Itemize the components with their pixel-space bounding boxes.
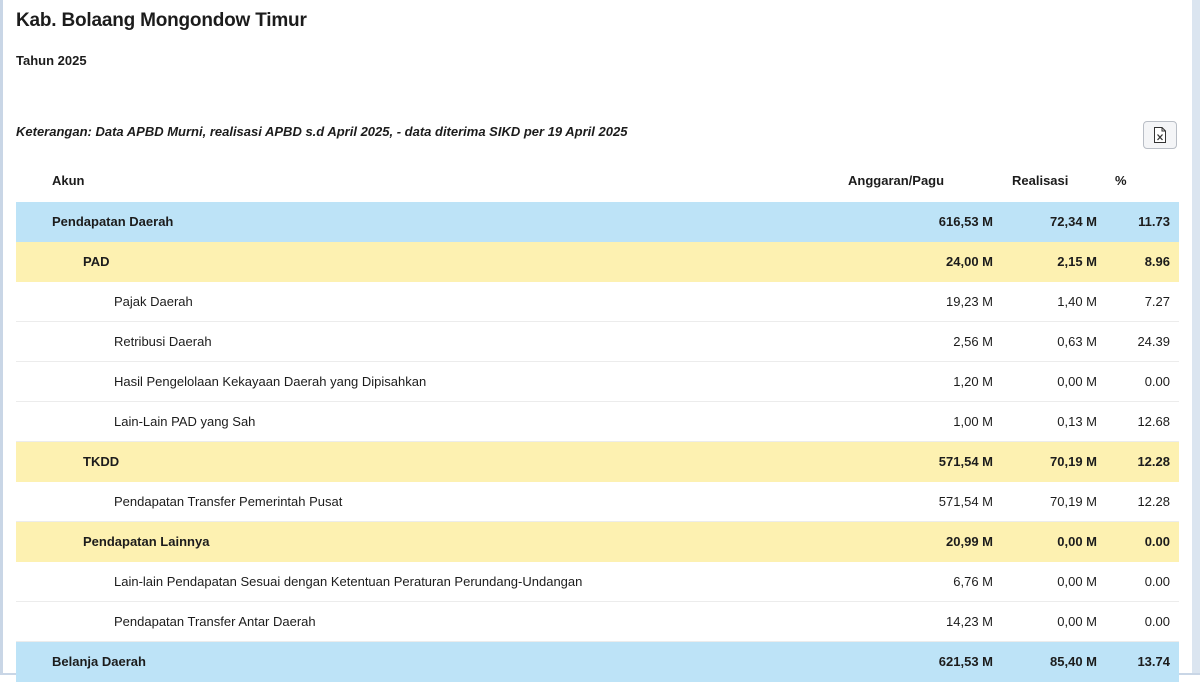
row-realisasi: 0,00 M	[1057, 614, 1097, 629]
row-persen: 24.39	[1137, 334, 1170, 349]
row-account-name: Lain-lain Pendapatan Sesuai dengan Keten…	[114, 574, 583, 589]
row-anggaran: 1,00 M	[953, 414, 993, 429]
row-realisasi: 70,19 M	[1050, 454, 1097, 469]
row-persen: 13.74	[1137, 654, 1170, 669]
row-anggaran: 6,76 M	[953, 574, 993, 589]
table-row[interactable]: Pendapatan Transfer Antar Daerah 14,23 M 0…	[16, 602, 1179, 642]
row-account-name: Hasil Pengelolaan Kekayaan Daerah yang D…	[114, 374, 427, 389]
row-anggaran: 571,54 M	[938, 454, 993, 469]
row-anggaran: 2,56 M	[953, 334, 993, 349]
row-persen: 8.96	[1144, 254, 1170, 269]
table-row[interactable]: Lain-Lain PAD yang Sah 1,00 M 0,13 M 12.68	[16, 402, 1179, 442]
header-akun[interactable]: Akun	[52, 173, 85, 188]
row-persen: 0.00	[1144, 534, 1170, 549]
page-title: Kab. Bolaang Mongondow Timur	[16, 10, 307, 31]
table-row[interactable]: Pendapatan Transfer Pemerintah Pusat 571,…	[16, 482, 1179, 522]
table-row[interactable]: Hasil Pengelolaan Kekayaan Daerah yang D…	[16, 362, 1179, 402]
row-realisasi: 0,00 M	[1057, 534, 1097, 549]
excel-file-icon	[1154, 127, 1166, 143]
table-row[interactable]: PAD 24,00 M 2,15 M 8.96	[16, 242, 1179, 282]
table-row[interactable]: Retribusi Daerah 2,56 M 0,63 M 24.39	[16, 322, 1179, 362]
row-realisasi: 70,19 M	[1050, 494, 1097, 509]
row-anggaran: 616,53 M	[938, 214, 993, 229]
row-account-name: Pajak Daerah	[114, 294, 193, 309]
header-persen[interactable]: %	[1115, 173, 1127, 188]
row-account-name: Belanja Daerah	[52, 654, 146, 669]
row-account-name: Lain-Lain PAD yang Sah	[114, 414, 256, 429]
row-persen: 7.27	[1144, 294, 1170, 309]
row-anggaran: 20,99 M	[946, 534, 993, 549]
table-body: Pendapatan Daerah 616,53 M 72,34 M 11.73 PAD…	[16, 202, 1179, 682]
row-persen: 12.28	[1137, 454, 1170, 469]
row-persen: 11.73	[1138, 214, 1170, 229]
row-anggaran: 1,20 M	[953, 374, 993, 389]
row-persen: 0.00	[1144, 574, 1170, 589]
right-border	[1192, 0, 1200, 675]
row-realisasi: 0,00 M	[1057, 574, 1097, 589]
row-realisasi: 85,40 M	[1050, 654, 1097, 669]
row-realisasi: 72,34 M	[1050, 214, 1097, 229]
row-account-name: PAD	[83, 254, 110, 269]
row-anggaran: 24,00 M	[946, 254, 993, 269]
header-anggaran[interactable]: Anggaran/Pagu	[848, 173, 944, 188]
table-row[interactable]: Pendapatan Lainnya 20,99 M 0,00 M 0.00	[16, 522, 1179, 562]
table-header: Akun Anggaran/Pagu Realisasi %	[16, 161, 1179, 202]
row-account-name: TKDD	[83, 454, 120, 469]
table-row[interactable]: Pendapatan Daerah 616,53 M 72,34 M 11.73	[16, 202, 1179, 242]
row-realisasi: 0,13 M	[1057, 414, 1097, 429]
row-account-name: Pendapatan Daerah	[52, 214, 174, 229]
table-row[interactable]: Pajak Daerah 19,23 M 1,40 M 7.27	[16, 282, 1179, 322]
header-realisasi[interactable]: Realisasi	[1012, 173, 1068, 188]
row-anggaran: 19,23 M	[946, 294, 993, 309]
row-account-name: Pendapatan Transfer Antar Daerah	[114, 614, 316, 629]
table-row[interactable]: Lain-lain Pendapatan Sesuai dengan Keten…	[16, 562, 1179, 602]
data-note: Keterangan: Data APBD Murni, realisasi A…	[16, 124, 628, 139]
row-realisasi: 1,40 M	[1057, 294, 1097, 309]
row-persen: 12.28	[1137, 494, 1170, 509]
row-persen: 0.00	[1144, 374, 1170, 389]
row-account-name: Pendapatan Transfer Pemerintah Pusat	[114, 494, 343, 509]
row-persen: 0.00	[1144, 614, 1170, 629]
export-excel-button[interactable]	[1143, 121, 1177, 149]
row-account-name: Retribusi Daerah	[114, 334, 212, 349]
table-row[interactable]: TKDD 571,54 M 70,19 M 12.28	[16, 442, 1179, 482]
row-realisasi: 2,15 M	[1057, 254, 1097, 269]
row-anggaran: 621,53 M	[938, 654, 993, 669]
row-realisasi: 0,00 M	[1057, 374, 1097, 389]
row-anggaran: 571,54 M	[938, 494, 993, 509]
budget-table: Akun Anggaran/Pagu Realisasi % Pendapata…	[16, 161, 1179, 682]
row-anggaran: 14,23 M	[946, 614, 993, 629]
row-realisasi: 0,63 M	[1057, 334, 1097, 349]
year-label: Tahun 2025	[16, 53, 87, 68]
row-persen: 12.68	[1137, 414, 1170, 429]
row-account-name: Pendapatan Lainnya	[83, 534, 210, 549]
table-row[interactable]: Belanja Daerah 621,53 M 85,40 M 13.74	[16, 642, 1179, 682]
left-border	[0, 0, 3, 675]
